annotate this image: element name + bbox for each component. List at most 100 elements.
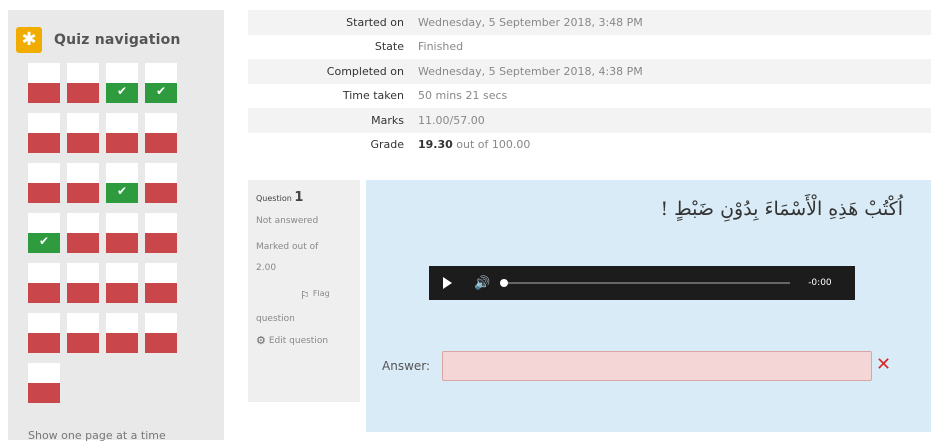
incorrect-indicator [145, 183, 177, 203]
correct-indicator: ✔ [106, 83, 138, 103]
correct-indicator: ✔ [28, 233, 60, 253]
audio-progress-knob[interactable] [500, 279, 509, 287]
question-nav-button-8[interactable] [145, 113, 177, 153]
incorrect-indicator [145, 283, 177, 303]
correct-indicator: ✔ [106, 183, 138, 203]
quiz-navigation-block: ✱ Quiz navigation ✔ ✔ ✔ ✔ Show one page at … [8, 10, 224, 442]
flag-label: Flag [312, 289, 330, 298]
answer-input[interactable] [442, 351, 872, 381]
question-nav-button-9[interactable] [28, 163, 60, 203]
incorrect-indicator [67, 283, 99, 303]
question-status: Not answered [256, 216, 319, 226]
show-one-page-link[interactable]: Show one page at a time [28, 429, 166, 442]
summary-value: 50 mins 21 secs [414, 83, 931, 108]
incorrect-indicator [67, 133, 99, 153]
incorrect-indicator [28, 183, 60, 203]
grade-score: 19.30 [418, 138, 453, 152]
check-icon: ✔ [155, 84, 167, 98]
question-nav-button-4[interactable]: ✔ [145, 63, 177, 103]
play-icon[interactable] [443, 277, 452, 289]
incorrect-indicator [67, 233, 99, 253]
question-nav-button-1[interactable] [28, 63, 60, 103]
question-nav-button-14[interactable] [67, 213, 99, 253]
question-nav-button-11[interactable]: ✔ [106, 163, 138, 203]
correct-indicator: ✔ [145, 83, 177, 103]
grade-out-of: out of 100.00 [456, 138, 531, 152]
question-nav-button-16[interactable] [145, 213, 177, 253]
attempt-summary-table: Started on Wednesday, 5 September 2018, … [248, 10, 931, 157]
question-nav-button-21[interactable] [28, 313, 60, 353]
incorrect-indicator [28, 133, 60, 153]
marked-out-of-label: Marked out of [256, 242, 319, 252]
question-nav-button-23[interactable] [106, 313, 138, 353]
audio-time: -0:00 [808, 278, 832, 288]
check-icon: ✔ [116, 184, 128, 198]
question-nav-button-5[interactable] [28, 113, 60, 153]
question-nav-button-12[interactable] [145, 163, 177, 203]
flag-icon: ⚐ [300, 289, 310, 302]
summary-row-started: Started on Wednesday, 5 September 2018, … [248, 10, 931, 35]
question-nav-button-6[interactable] [67, 113, 99, 153]
incorrect-indicator [67, 333, 99, 353]
question-nav-button-2[interactable] [67, 63, 99, 103]
question-nav-button-18[interactable] [67, 263, 99, 303]
summary-value: 19.30 out of 100.00 [414, 132, 931, 157]
summary-label: Started on [248, 10, 414, 35]
summary-label: State [248, 34, 414, 59]
volume-icon[interactable]: 🔊 [474, 276, 490, 291]
summary-value: Finished [414, 34, 931, 59]
incorrect-indicator [106, 133, 138, 153]
edit-question-link[interactable]: ⚙ Edit question [256, 334, 352, 347]
question-nav-button-10[interactable] [67, 163, 99, 203]
summary-value: 11.00/57.00 [414, 108, 931, 133]
incorrect-indicator [145, 333, 177, 353]
quiz-navigation-title: Quiz navigation [54, 32, 181, 48]
summary-row-grade: Grade 19.30 out of 100.00 [248, 132, 931, 157]
summary-row-marks: Marks 11.00/57.00 [248, 108, 931, 133]
question-nav-button-19[interactable] [106, 263, 138, 303]
incorrect-indicator [145, 133, 177, 153]
incorrect-indicator [106, 333, 138, 353]
summary-row-time: Time taken 50 mins 21 secs [248, 83, 931, 108]
audio-player: 🔊 -0:00 [429, 266, 855, 300]
check-icon: ✔ [116, 84, 128, 98]
question-info: Question 1 Not answered Marked out of 2.… [248, 180, 360, 402]
question-nav-button-22[interactable] [67, 313, 99, 353]
question-nav-button-24[interactable] [145, 313, 177, 353]
question-content: اُكْتُبْ هَذِهِ الْأَسْمَاءَ بِدُوْنِ ضَ… [366, 180, 931, 432]
check-icon: ✔ [38, 234, 50, 248]
audio-progress-track[interactable] [500, 279, 791, 287]
question-nav-button-3[interactable]: ✔ [106, 63, 138, 103]
question-nav-button-7[interactable] [106, 113, 138, 153]
question-nav-button-20[interactable] [145, 263, 177, 303]
incorrect-indicator [28, 333, 60, 353]
incorrect-indicator [67, 83, 99, 103]
summary-label: Marks [248, 108, 414, 133]
incorrect-indicator [145, 233, 177, 253]
flag-question-label: question [256, 314, 295, 324]
question-grid: ✔ ✔ ✔ ✔ [28, 63, 188, 403]
incorrect-indicator [106, 283, 138, 303]
question-text: اُكْتُبْ هَذِهِ الْأَسْمَاءَ بِدُوْنِ ضَ… [660, 198, 903, 220]
question-nav-button-15[interactable] [106, 213, 138, 253]
summary-row-state: State Finished [248, 34, 931, 59]
summary-label: Grade [248, 132, 414, 157]
edit-question-label: Edit question [268, 335, 329, 346]
summary-value: Wednesday, 5 September 2018, 4:38 PM [414, 59, 931, 84]
summary-label: Time taken [248, 83, 414, 108]
gear-icon: ✱ [16, 27, 42, 53]
question-nav-button-17[interactable] [28, 263, 60, 303]
question-nav-button-13[interactable]: ✔ [28, 213, 60, 253]
quiz-navigation-header: ✱ Quiz navigation [16, 26, 181, 54]
flag-question-button[interactable]: ⚐ Flag [256, 289, 352, 302]
gear-icon: ⚙ [256, 334, 266, 347]
incorrect-indicator [67, 183, 99, 203]
summary-row-completed: Completed on Wednesday, 5 September 2018… [248, 59, 931, 84]
question-number: Question 1 [256, 190, 304, 205]
incorrect-indicator [28, 83, 60, 103]
answer-label: Answer: [382, 359, 431, 373]
question-nav-button-25[interactable] [28, 363, 60, 403]
summary-value: Wednesday, 5 September 2018, 3:48 PM [414, 10, 931, 35]
incorrect-x-icon: ✕ [876, 354, 892, 375]
incorrect-indicator [28, 383, 60, 403]
